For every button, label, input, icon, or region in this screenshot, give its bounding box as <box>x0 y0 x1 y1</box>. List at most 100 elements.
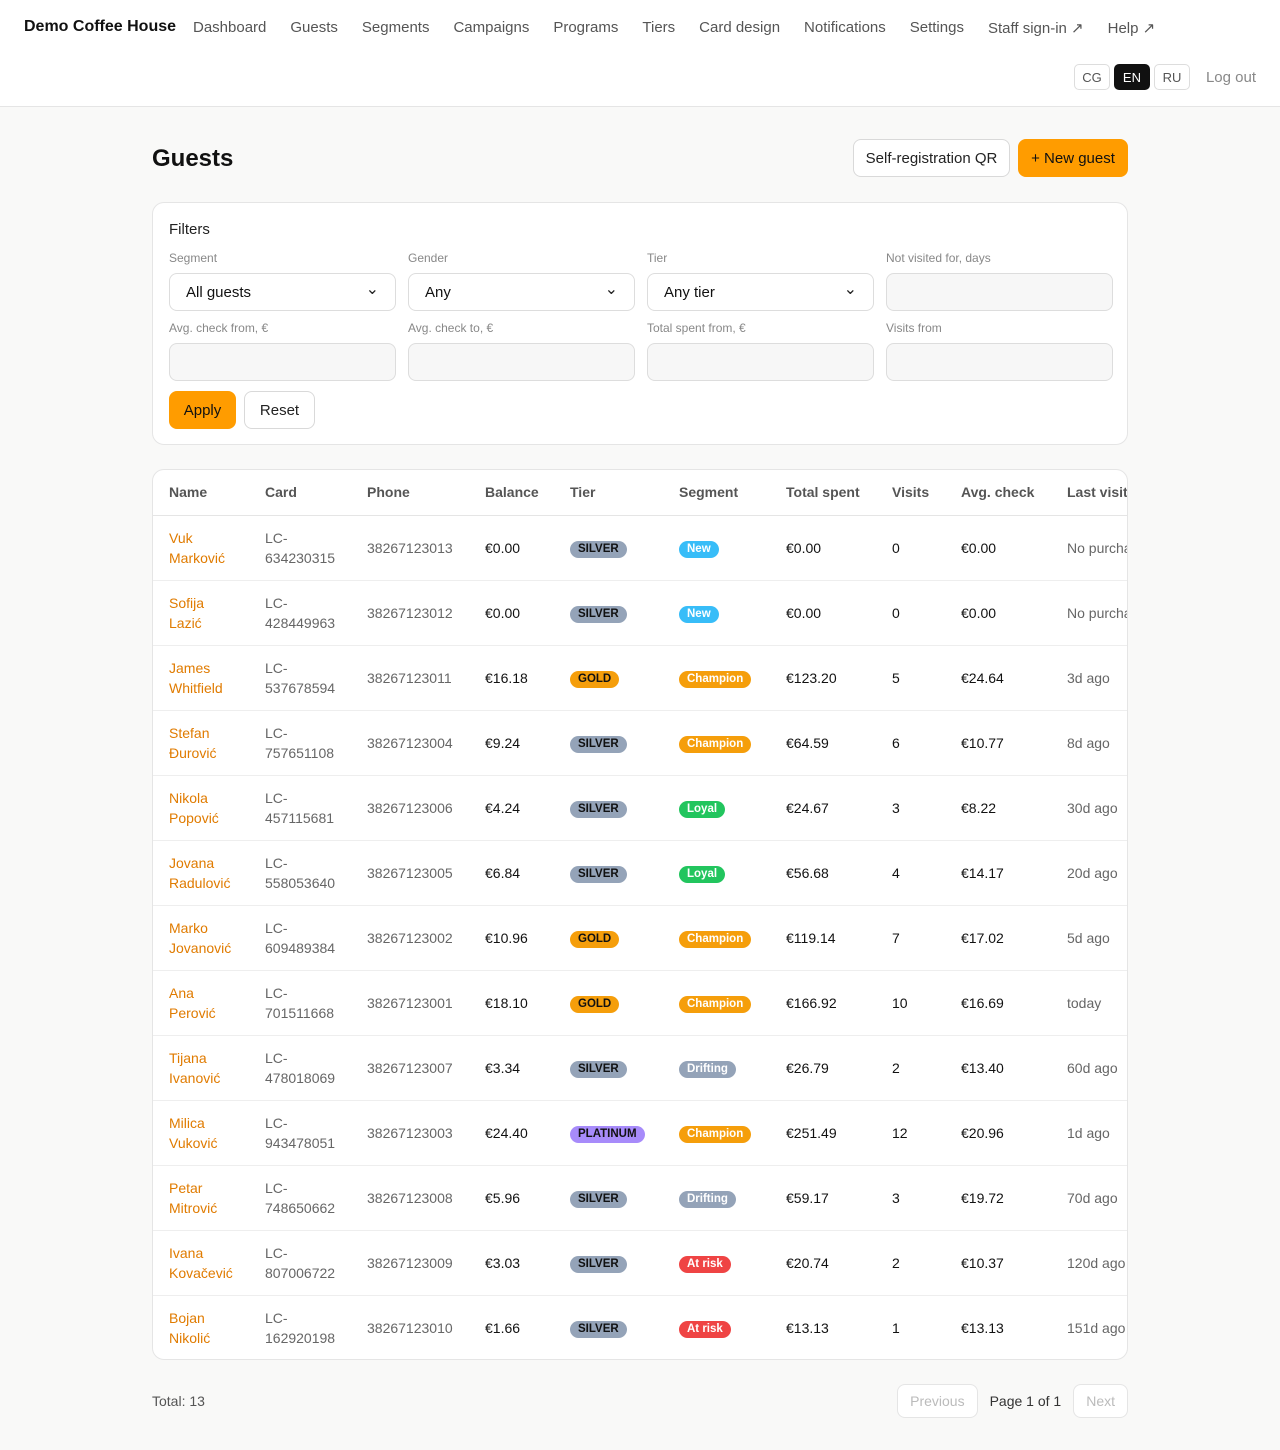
guest-name-link[interactable]: Jovana Radulović <box>153 840 249 906</box>
next-page-button[interactable]: Next <box>1073 1384 1128 1418</box>
nav-notifications[interactable]: Notifications <box>804 19 886 37</box>
reset-button[interactable]: Reset <box>244 391 315 429</box>
filter-label: Avg. check from, € <box>169 321 269 335</box>
last-visit: 70d ago <box>1051 1165 1127 1231</box>
guest-name-link[interactable]: Petar Mitrović <box>153 1165 249 1231</box>
tier-select[interactable]: Any tier ⌄ <box>647 273 874 311</box>
table-row[interactable]: Ivana Kovačević LC- 807006722 38267123009 €3.… <box>153 1230 1127 1296</box>
filter-field: Avg. check from, € <box>169 321 396 381</box>
table-row[interactable]: Jovana Radulović LC- 558053640 38267123005 €6… <box>153 840 1127 906</box>
visits: 2 <box>876 1230 945 1296</box>
segment-badge: At risk <box>679 1321 731 1339</box>
nav-help[interactable]: Help ↗ <box>1108 19 1156 37</box>
guest-name-link[interactable]: Bojan Nikolić <box>153 1295 249 1359</box>
visits: 4 <box>876 840 945 906</box>
tier-cell: SILVER <box>554 580 663 646</box>
last-visit: 60d ago <box>1051 1035 1127 1101</box>
nav-dashboard[interactable]: Dashboard <box>193 19 266 37</box>
gender-select[interactable]: Any ⌄ <box>408 273 635 311</box>
card-prefix: LC- <box>265 854 288 871</box>
tier-badge: SILVER <box>570 1061 627 1078</box>
guest-name-link[interactable]: Milica Vuković <box>153 1100 249 1166</box>
guest-name-link[interactable]: Tijana Ivanović <box>153 1035 249 1101</box>
avg-check: €16.69 <box>945 970 1051 1036</box>
guest-name-link[interactable]: Marko Jovanović <box>153 905 249 971</box>
guest-name-link[interactable]: Sofija Lazić <box>153 580 249 646</box>
nav-programs[interactable]: Programs <box>553 19 618 37</box>
lang-ru-button[interactable]: RU <box>1153 64 1190 90</box>
guest-name-link[interactable]: James Whitfield <box>153 645 249 711</box>
guest-name-link[interactable]: Ivana Kovačević <box>153 1230 249 1296</box>
segment-badge: Champion <box>679 671 752 688</box>
table-row[interactable]: Marko Jovanović LC- 609489384 38267123002 €10… <box>153 905 1127 971</box>
tier-badge: GOLD <box>570 996 620 1013</box>
segment-cell: New <box>663 580 770 646</box>
segment-cell: Drifting <box>663 1165 770 1231</box>
self-registration-qr-button[interactable]: Self-registration QR <box>853 139 1010 177</box>
tier-badge: PLATINUM <box>570 1126 645 1143</box>
avg-check: €0.00 <box>945 515 1051 581</box>
avg-check-from-input[interactable] <box>169 343 396 381</box>
nav-guests[interactable]: Guests <box>290 19 338 37</box>
avg-check: €13.40 <box>945 1035 1051 1101</box>
previous-page-button[interactable]: Previous <box>897 1384 978 1418</box>
last-visit: 8d ago <box>1051 710 1127 776</box>
nav-staff-sign-in[interactable]: Staff sign-in ↗ <box>988 19 1084 37</box>
table-row[interactable]: Sofija Lazić LC- 428449963 38267123012 €0.00 S… <box>153 580 1127 646</box>
table-row[interactable]: Ana Perović LC- 701511668 38267123001 €18.10 G… <box>153 970 1127 1036</box>
table-row[interactable]: Milica Vuković LC- 943478051 38267123003 €24.… <box>153 1100 1127 1166</box>
total-spent-from-input[interactable] <box>647 343 874 381</box>
segment-select[interactable]: All guests ⌄ <box>169 273 396 311</box>
avg-check-to-input[interactable] <box>408 343 635 381</box>
guest-name-link[interactable]: Vuk Marković <box>153 515 249 581</box>
new-guest-button[interactable]: + New guest <box>1018 139 1128 177</box>
table-row[interactable]: Stefan Đurović LC- 757651108 38267123004 €9.2… <box>153 710 1127 776</box>
nav-tiers[interactable]: Tiers <box>642 19 675 37</box>
logout-link[interactable]: Log out <box>1206 69 1256 86</box>
tier-badge: SILVER <box>570 1256 627 1273</box>
filter-field: Tier Any tier ⌄ <box>647 251 874 311</box>
table-row[interactable]: Bojan Nikolić LC- 162920198 38267123010 €1.66… <box>153 1295 1127 1359</box>
filter-label: Gender <box>408 251 449 265</box>
lang-en-button[interactable]: EN <box>1113 64 1150 90</box>
balance: €18.10 <box>469 970 554 1036</box>
apply-button[interactable]: Apply <box>169 391 236 429</box>
brand-name[interactable]: Demo Coffee House <box>24 18 176 36</box>
guest-first-name: Tijana <box>169 1049 207 1066</box>
total-spent: €56.68 <box>770 840 876 906</box>
guest-name-link[interactable]: Stefan Đurović <box>153 710 249 776</box>
not-visited-input[interactable] <box>886 273 1113 311</box>
nav-settings[interactable]: Settings <box>910 19 964 37</box>
phone: 38267123009 <box>351 1230 469 1296</box>
last-visit: 151d ago <box>1067 1319 1126 1336</box>
last-visit: No purchases <box>1051 580 1127 646</box>
nav-campaigns[interactable]: Campaigns <box>453 19 529 37</box>
guest-last-name: Ivanović <box>169 1069 221 1086</box>
guest-name-link[interactable]: Nikola Popović <box>153 775 249 841</box>
column-header: Tier <box>554 470 663 516</box>
tier-cell: SILVER <box>554 710 663 776</box>
phone: 38267123010 <box>367 1319 453 1336</box>
avg-check: €19.72 <box>945 1165 1051 1231</box>
visits-from-input[interactable] <box>886 343 1113 381</box>
card-number: LC- 457115681 <box>249 775 351 841</box>
guest-last-name: Radulović <box>169 874 231 891</box>
table-row[interactable]: James Whitfield LC- 537678594 38267123011 €16… <box>153 645 1127 711</box>
phone: 38267123005 <box>351 840 469 906</box>
filter-field: Not visited for, days <box>886 251 1113 311</box>
table-row[interactable]: Petar Mitrović LC- 748650662 38267123008 €5.9… <box>153 1165 1127 1231</box>
filters-panel: Filters Segment All guests ⌄ Gender Any ⌄ Tier… <box>152 202 1128 445</box>
table-row[interactable]: Vuk Marković LC- 634230315 38267123013 €0.00 S… <box>153 515 1127 581</box>
table-row[interactable]: Tijana Ivanović LC- 478018069 38267123007 €3.… <box>153 1035 1127 1101</box>
tier-cell: SILVER <box>554 1035 663 1101</box>
guest-name-link[interactable]: Ana Perović <box>153 970 249 1036</box>
nav-segments[interactable]: Segments <box>362 19 430 37</box>
last-visit: 120d ago <box>1051 1230 1127 1296</box>
avg-check: €8.22 <box>945 775 1051 841</box>
nav-card-design[interactable]: Card design <box>699 19 780 37</box>
phone: 38267123007 <box>351 1035 469 1101</box>
table-row[interactable]: Nikola Popović LC- 457115681 38267123006 €4.2… <box>153 775 1127 841</box>
filter-field: Gender Any ⌄ <box>408 251 635 311</box>
segment-cell: Champion <box>663 970 770 1036</box>
lang-cg-button[interactable]: CG <box>1073 64 1110 90</box>
